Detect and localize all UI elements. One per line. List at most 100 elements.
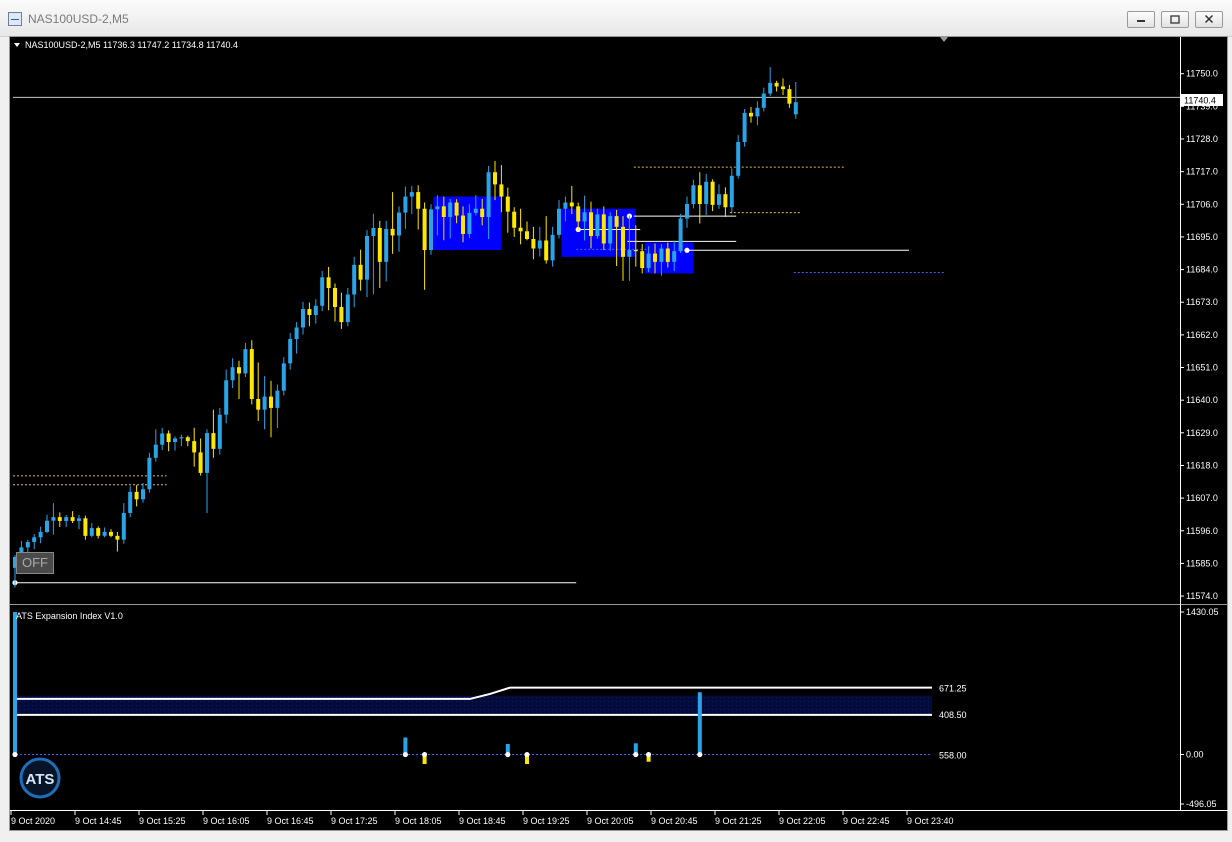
candle-body [627,249,632,257]
candle-body [614,216,619,227]
candle-body [755,107,760,117]
candle-body [467,212,472,234]
indicator-name: ATS Expansion Index V1.0 [16,611,123,621]
candle-body [345,294,350,323]
ats-logo-text: ATS [26,771,55,788]
candle-body [787,89,792,104]
indicator-plot: 671.25 558.00 408.50 [12,612,967,765]
chart-shift-marker-icon[interactable] [940,37,948,42]
indicator-level-label: 558.00 [939,751,967,761]
candle-body [192,441,197,453]
candle-body [269,396,273,408]
candle-body [32,537,37,543]
candle-body [185,437,190,442]
candle-body [646,253,651,269]
candle-body [429,209,433,250]
candle-body [685,203,689,219]
price-chart[interactable]: 671.25558.00408.50 11750.011739.011728.0… [0,0,1232,842]
price-tick-label: 11695.0 [1186,232,1218,242]
candle-body [301,309,305,328]
candle-body [390,228,395,236]
candle-body [665,248,670,262]
candle-body [723,194,728,208]
candle-body [160,433,165,445]
candle-body [448,202,453,218]
time-tick-label: 9 Oct 16:45 [267,816,314,826]
candle-body [691,185,696,204]
candle-body [531,239,536,249]
indicator-spike-dot [402,751,408,758]
time-tick-label: 9 Oct 20:45 [651,816,698,826]
candle-body [365,236,369,280]
candle-body [781,86,785,90]
candle-body [416,192,421,209]
candle-body [128,491,133,513]
candle-body [77,518,81,521]
candle-body [64,517,69,521]
indicator-tick-label: -496.05 [1186,799,1217,809]
price-tick-label: 11607.0 [1186,493,1218,503]
candle-body [403,196,408,213]
candle-body [544,240,549,261]
chart-header: NAS100USD-2,M5 11736.3 11747.2 11734.8 1… [25,40,238,50]
candles [13,67,798,588]
candle-body [659,248,664,262]
price-tick-label: 11574.0 [1186,591,1218,601]
candle-body [115,535,120,540]
current-price-label: 11740.4 [1184,96,1216,106]
candle-body [173,438,177,443]
candle-body [205,433,209,473]
candle-body [102,531,107,536]
level-lines [12,96,1180,586]
candle-body [653,253,657,262]
ats-logo: ATS [19,757,61,799]
candle-body [608,216,613,244]
candle-body [633,249,638,252]
indicator-spike [697,692,702,755]
time-tick-label: 9 Oct 14:45 [75,816,122,826]
price-tick-label: 11717.0 [1186,167,1218,177]
candle-body [153,444,158,458]
candle-body [83,518,88,536]
candle-body [595,214,600,237]
candle-body [704,181,709,204]
candle-body [678,218,683,252]
time-tick-label: 9 Oct 18:45 [459,816,506,826]
price-tick-label: 11728.0 [1186,134,1218,144]
candle-body [51,517,56,521]
candle-body [582,212,587,222]
candle-body [576,206,581,222]
candle-body [774,82,779,87]
candle-body [249,349,254,399]
candle-body [422,208,427,250]
candle-body [326,277,331,288]
price-tick-label: 11640.0 [1186,395,1218,405]
candle-body [237,367,241,374]
time-tick-label: 9 Oct 20:05 [587,816,634,826]
candle-body [45,520,49,532]
indicator-spike-dot [12,751,18,758]
candle-body [333,287,337,307]
candle-body [697,185,702,204]
price-tick-label: 11706.0 [1186,199,1218,209]
candle-body [793,102,798,115]
time-tick-label: 9 Oct 2020 [11,816,55,826]
indicator-spike-dot [524,751,530,758]
candle-body [339,306,344,323]
candle-body [96,528,101,536]
candle-body [57,517,62,521]
candle-body [352,264,357,295]
candle-body [761,93,766,108]
symbol-dropdown-icon[interactable] [14,43,20,47]
indicator-tick-label: 0.00 [1186,750,1204,760]
indicator-spike-dot [422,751,428,758]
candle-body [525,231,529,240]
off-toggle-button[interactable]: OFF [16,552,54,574]
candle-body [217,414,222,449]
candle-body [749,112,753,117]
candle-body [461,215,465,234]
price-tick-label: 11750.0 [1186,69,1218,79]
indicator-spike-dot [646,751,652,758]
candle-body [134,491,139,500]
candle-body [294,327,299,340]
